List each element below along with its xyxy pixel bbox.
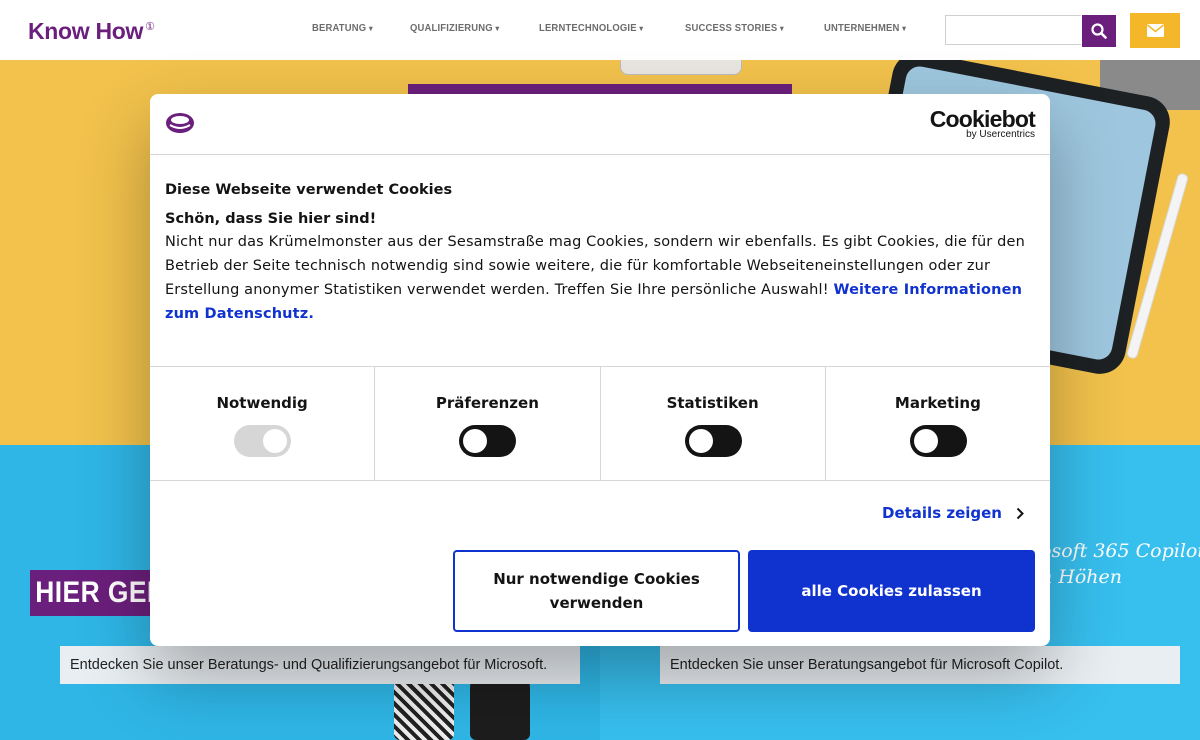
cookie-consent-dialog: Cookiebot by Usercentrics Diese Webseite…	[150, 94, 1050, 646]
toggle-knob	[913, 429, 938, 453]
category-statistiken: Statistiken	[601, 367, 826, 480]
search-button[interactable]	[1082, 15, 1116, 47]
toggle-knob	[263, 429, 288, 453]
brand-logo-icon	[166, 113, 194, 133]
caret-down-icon: ▾	[495, 24, 499, 33]
search-icon	[1091, 23, 1107, 39]
main-nav: BERATUNG ▾ QUALIFIZIERUNG ▾ LERNTECHNOLOGI…	[312, 22, 946, 34]
category-label: Präferenzen	[435, 394, 539, 412]
toggle-knob	[463, 429, 488, 453]
nav-label: BERATUNG	[312, 22, 367, 34]
nav-label: LERNTECHNOLOGIE	[538, 22, 637, 34]
nav-label: UNTERNEHMEN	[824, 22, 900, 34]
toggle-statistiken[interactable]	[684, 425, 742, 457]
logo-mark: ①	[145, 21, 155, 34]
category-label: Notwendig	[216, 394, 308, 412]
cookiebot-logo[interactable]: Cookiebot by Usercentrics	[929, 106, 1036, 140]
toggle-marketing[interactable]	[909, 425, 967, 457]
logo-text: Know How	[28, 18, 144, 44]
allow-all-button[interactable]: alle Cookies zulassen	[748, 550, 1035, 632]
dialog-title: Diese Webseite verwendet Cookies	[165, 182, 453, 198]
envelope-icon	[1146, 24, 1164, 37]
toggle-praeferenzen[interactable]	[459, 425, 517, 457]
site-header: Know How ① BERATUNG ▾ QUALIFIZIERUNG ▾ LERN…	[0, 0, 1200, 60]
dialog-header: Cookiebot by Usercentrics	[150, 94, 1050, 155]
toggle-knob	[688, 429, 713, 453]
details-label: Details zeigen	[882, 504, 1002, 522]
cookie-categories: Notwendig Präferenzen Statistiken Market…	[150, 366, 1050, 481]
nav-item-success-stories[interactable]: SUCCESS STORIES ▾	[685, 22, 784, 34]
nav-label: SUCCESS STORIES	[684, 22, 777, 34]
site-logo[interactable]: Know How ①	[28, 18, 155, 45]
caret-down-icon: ▾	[779, 24, 784, 33]
dialog-description: Nicht nur das Krümelmonster aus der Sesa…	[165, 230, 1035, 326]
category-label: Marketing	[894, 394, 981, 412]
toggle-notwendig	[234, 425, 292, 457]
cookiebot-logo-text: Cookiebot	[929, 106, 1036, 132]
dialog-body: Diese Webseite verwendet Cookies Schön, …	[165, 182, 1035, 326]
category-notwendig: Notwendig	[150, 367, 376, 480]
dialog-greeting: Schön, dass Sie hier sind!	[165, 211, 377, 227]
nav-item-unternehmen[interactable]: UNTERNEHMEN ▾	[824, 22, 906, 34]
nav-label: QUALIFIZIERUNG	[409, 22, 493, 34]
contact-button[interactable]	[1130, 13, 1180, 48]
category-praeferenzen: Präferenzen	[375, 367, 601, 480]
nav-item-lerntechnologie[interactable]: LERNTECHNOLOGIE ▾	[539, 22, 643, 34]
search-input[interactable]	[945, 15, 1081, 45]
teaser-script-line-2: n Höhen	[1040, 566, 1123, 588]
nav-item-qualifizierung[interactable]: QUALIFIZIERUNG ▾	[410, 22, 499, 34]
caret-down-icon: ▾	[639, 24, 644, 33]
teaser-text-right[interactable]: Entdecken Sie unser Beratungsangebot für…	[660, 646, 1180, 684]
caret-down-icon: ▾	[902, 24, 907, 33]
teaser-text-left[interactable]: Entdecken Sie unser Beratungs- und Quali…	[60, 646, 580, 684]
teaser-script-line-1: osoft 365 Copilot	[1040, 540, 1200, 562]
allow-all-label: alle Cookies zulassen	[801, 582, 982, 600]
laptop-image	[620, 60, 742, 75]
chevron-right-icon	[1016, 507, 1024, 519]
details-toggle[interactable]: Details zeigen	[882, 504, 1024, 522]
caret-down-icon: ▾	[368, 24, 373, 33]
category-label: Statistiken	[666, 394, 759, 412]
only-necessary-label: Nur notwendige Cookies verwenden	[493, 570, 700, 612]
category-marketing: Marketing	[826, 367, 1050, 480]
nav-item-beratung[interactable]: BERATUNG ▾	[312, 22, 373, 34]
only-necessary-button[interactable]: Nur notwendige Cookies verwenden	[453, 550, 740, 632]
